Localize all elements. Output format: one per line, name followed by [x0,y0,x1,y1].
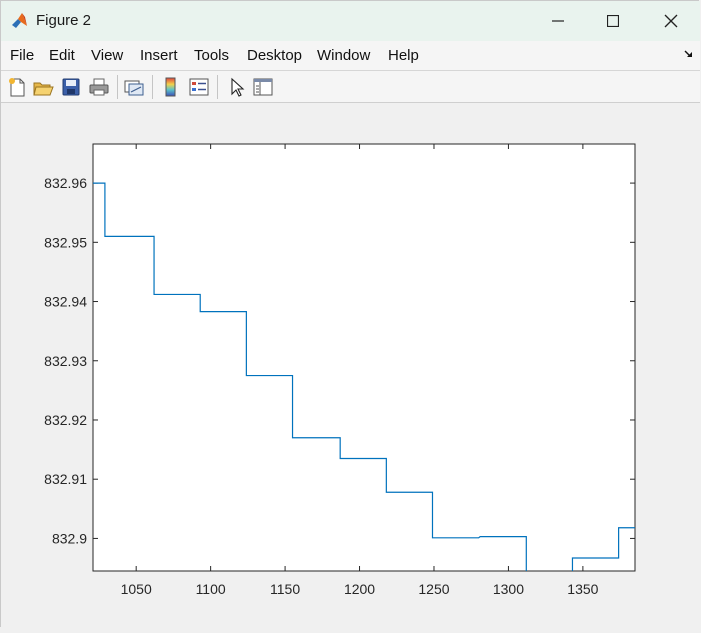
x-tick-label: 1350 [567,581,598,597]
toolbar-separator [117,75,118,99]
y-tick-label: 832.94 [44,294,87,310]
figure-window: Figure 2 File Edit View Insert Tools Des… [0,0,700,628]
legend-icon[interactable] [188,76,210,98]
x-tick-label: 1250 [418,581,449,597]
y-tick-label: 832.93 [44,353,87,369]
open-file-icon[interactable] [32,76,54,98]
menu-bar: File Edit View Insert Tools Desktop Wind… [1,41,700,71]
menu-tools[interactable]: Tools [194,47,229,64]
window-title: Figure 2 [36,12,92,29]
x-tick-label: 1200 [344,581,375,597]
menu-edit[interactable]: Edit [49,47,75,64]
save-icon[interactable] [60,76,82,98]
dock-arrow-icon[interactable] [684,49,694,59]
y-tick-label: 832.91 [44,471,87,487]
menu-insert[interactable]: Insert [140,47,178,64]
menu-view[interactable]: View [91,47,123,64]
pointer-icon[interactable] [226,76,248,98]
figure-toolbar [1,71,700,103]
menu-desktop[interactable]: Desktop [247,47,302,64]
x-tick-label: 1100 [196,581,226,597]
matlab-logo-icon [12,13,27,28]
toolbar-separator [152,75,153,99]
y-tick-label: 832.96 [44,175,87,191]
x-tick-label: 1300 [493,581,524,597]
minimize-icon [552,20,564,22]
maximize-button[interactable] [584,1,642,41]
menu-window[interactable]: Window [317,47,370,64]
property-inspector-icon[interactable] [252,76,274,98]
axes-background [92,143,636,572]
plot-axes[interactable]: 1050 1100 1150 1200 1250 1300 1350 832.9 832.91 8… [1,103,700,628]
y-tick-label: 832.9 [52,530,87,546]
y-tick-label: 832.92 [44,412,87,428]
title-bar[interactable]: Figure 2 [1,1,700,41]
figure-canvas: 1050 1100 1150 1200 1250 1300 1350 832.9 832.91 8… [1,103,700,628]
colorbar-icon[interactable] [160,76,182,98]
toolbar-separator [217,75,218,99]
x-tick-label: 1050 [121,581,152,597]
y-tick-label: 832.95 [44,234,87,250]
new-figure-icon[interactable] [6,76,28,98]
menu-file[interactable]: File [10,47,34,64]
link-plot-icon[interactable] [123,76,145,98]
minimize-button[interactable] [529,1,587,41]
x-tick-label: 1150 [270,581,300,597]
close-button[interactable] [642,1,700,41]
menu-help[interactable]: Help [388,47,419,64]
print-icon[interactable] [88,76,110,98]
close-icon [664,14,678,28]
maximize-icon [607,15,619,27]
